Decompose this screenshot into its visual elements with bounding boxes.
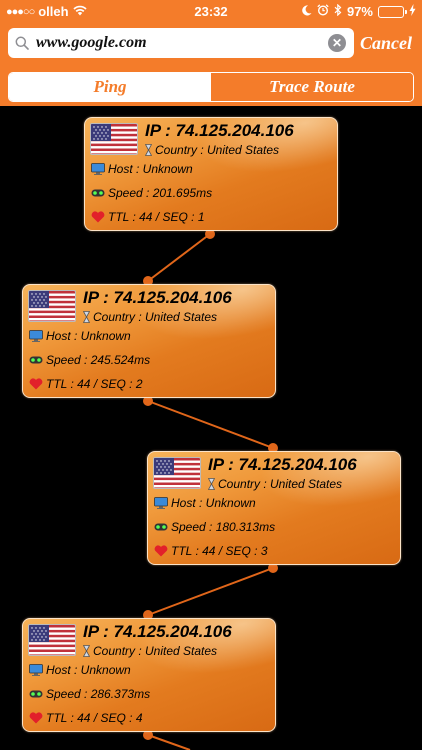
monitor-icon	[29, 664, 43, 676]
us-flag-icon	[28, 290, 76, 322]
hourglass-icon	[207, 478, 216, 490]
hop-ip: IP : 74.125.204.106	[145, 121, 294, 140]
hop-country: Country : United States	[93, 644, 218, 658]
tab-trace-route[interactable]: Trace Route	[211, 73, 413, 101]
hop-ip: IP : 74.125.204.106	[83, 288, 232, 307]
speed-meter-icon	[29, 688, 43, 700]
hop-speed-row: Speed : 201.695ms	[91, 186, 212, 200]
heart-icon	[29, 378, 43, 390]
mode-segmented-control: Ping Trace Route	[8, 72, 414, 102]
hop-ip: IP : 74.125.204.106	[83, 622, 232, 641]
hop-country-row: Country : United States	[82, 310, 218, 324]
hop-ttl-seq: TTL : 44 / SEQ : 2	[46, 377, 143, 391]
hop-host-row: Host : Unknown	[29, 663, 131, 677]
hop-card[interactable]: IP : 74.125.204.106 Country : United Sta…	[84, 117, 338, 231]
hop-speed: Speed : 286.373ms	[46, 687, 151, 701]
us-flag-icon	[28, 624, 76, 656]
hop-host: Host : Unknown	[46, 329, 131, 343]
hop-ttl-row: TTL : 44 / SEQ : 2	[29, 377, 143, 391]
hop-speed-row: Speed : 180.313ms	[154, 520, 275, 534]
hop-host-row: Host : Unknown	[154, 496, 256, 510]
hop-host: Host : Unknown	[46, 663, 131, 677]
hop-country-row: Country : United States	[82, 644, 218, 658]
hop-speed-row: Speed : 286.373ms	[29, 687, 150, 701]
hop-country: Country : United States	[218, 477, 343, 491]
hop-country: Country : United States	[155, 143, 280, 157]
hop-speed: Speed : 201.695ms	[108, 186, 213, 200]
heart-icon	[29, 712, 43, 724]
charging-icon	[409, 4, 416, 19]
alarm-icon	[317, 4, 329, 19]
hourglass-icon	[82, 645, 91, 657]
heart-icon	[154, 545, 168, 557]
hop-country-row: Country : United States	[144, 143, 280, 157]
speed-meter-icon	[154, 521, 168, 533]
hop-card[interactable]: IP : 74.125.204.106 Country : United Sta…	[147, 451, 401, 565]
battery-icon	[378, 5, 407, 18]
hop-ttl-row: TTL : 44 / SEQ : 4	[29, 711, 143, 725]
hop-speed: Speed : 245.524ms	[46, 353, 151, 367]
us-flag-icon	[153, 457, 201, 489]
hop-ttl-row: TTL : 44 / SEQ : 1	[91, 210, 205, 224]
us-flag-icon	[90, 123, 138, 155]
hop-speed-row: Speed : 245.524ms	[29, 353, 150, 367]
hop-card[interactable]: IP : 74.125.204.106 Country : United Sta…	[22, 618, 276, 732]
speed-meter-icon	[29, 354, 43, 366]
hop-card[interactable]: IP : 74.125.204.106 Country : United Sta…	[22, 284, 276, 398]
hop-country-row: Country : United States	[207, 477, 343, 491]
search-icon	[8, 28, 36, 58]
moon-icon	[302, 4, 312, 19]
cancel-button[interactable]: Cancel	[360, 30, 412, 56]
search-bar[interactable]: ✕	[8, 28, 354, 58]
hourglass-icon	[82, 311, 91, 323]
bluetooth-icon	[334, 3, 342, 19]
hop-speed: Speed : 180.313ms	[171, 520, 276, 534]
hop-host-row: Host : Unknown	[91, 162, 193, 176]
clear-icon[interactable]: ✕	[328, 34, 346, 52]
monitor-icon	[154, 497, 168, 509]
hop-ttl-seq: TTL : 44 / SEQ : 4	[46, 711, 143, 725]
monitor-icon	[91, 163, 105, 175]
hourglass-icon	[144, 144, 153, 156]
hop-ip: IP : 74.125.204.106	[208, 455, 357, 474]
status-bar: ●●●○○ olleh 23:32 97%	[0, 0, 422, 22]
hop-host: Host : Unknown	[171, 496, 256, 510]
battery-percent: 97%	[346, 4, 373, 19]
hop-ttl-seq: TTL : 44 / SEQ : 3	[171, 544, 268, 558]
hop-host-row: Host : Unknown	[29, 329, 131, 343]
hop-host: Host : Unknown	[108, 162, 193, 176]
tab-ping[interactable]: Ping	[9, 73, 211, 101]
speed-meter-icon	[91, 187, 105, 199]
monitor-icon	[29, 330, 43, 342]
search-input[interactable]	[36, 28, 328, 58]
hop-ttl-row: TTL : 44 / SEQ : 3	[154, 544, 268, 558]
header: ●●●○○ olleh 23:32 97% www.google.com ✕ C…	[0, 0, 422, 106]
hop-ttl-seq: TTL : 44 / SEQ : 1	[108, 210, 205, 224]
hop-country: Country : United States	[93, 310, 218, 324]
heart-icon	[91, 211, 105, 223]
